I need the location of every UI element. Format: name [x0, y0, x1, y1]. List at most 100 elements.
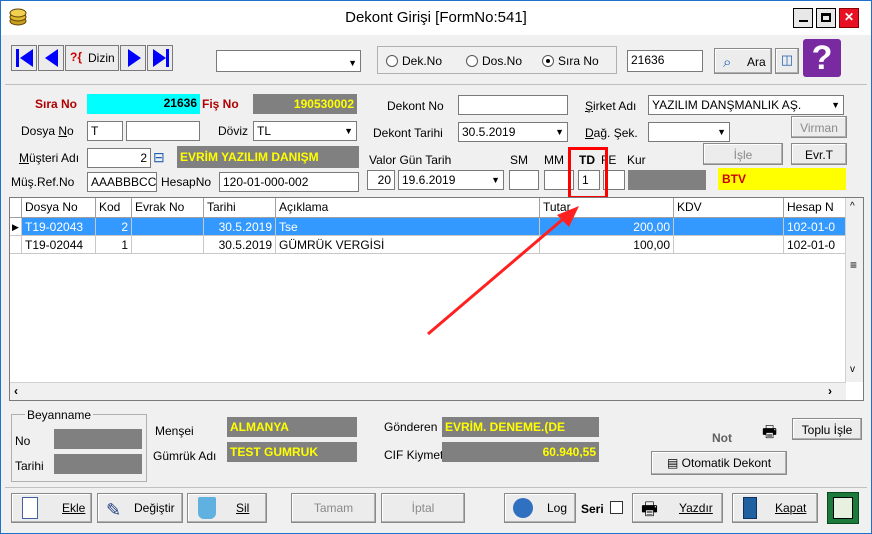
- table-lookup-icon: ⊟: [153, 149, 165, 165]
- table-cell[interactable]: [132, 236, 204, 254]
- isle-button[interactable]: İşle: [703, 143, 783, 165]
- chevron-down-icon: ▼: [831, 100, 840, 110]
- beyanname-no-label: No: [15, 434, 31, 448]
- musteri-code-field[interactable]: 2: [87, 148, 151, 168]
- table-cell[interactable]: T19-02043: [22, 218, 96, 236]
- valor-gun-field[interactable]: 20: [367, 170, 395, 190]
- kapat-button[interactable]: Kapat: [732, 493, 818, 523]
- refresh-button[interactable]: ◫: [775, 48, 799, 74]
- ara-button[interactable]: ⌕ Ara: [714, 48, 772, 74]
- beyanname-title: Beyanname: [25, 408, 94, 422]
- gonderen-label: Gönderen: [384, 420, 438, 434]
- minimize-button[interactable]: [793, 8, 813, 28]
- close-button[interactable]: ✕: [839, 8, 859, 28]
- dosya-no-label: Dosya No: [21, 124, 74, 138]
- radio-dekno-label[interactable]: Dek.No: [402, 54, 442, 68]
- sira-no-field[interactable]: 21636: [87, 94, 200, 114]
- td-highlight-box: [568, 147, 608, 199]
- seri-label: Seri: [581, 502, 604, 516]
- seri-checkbox[interactable]: [610, 501, 623, 514]
- maximize-icon: [821, 13, 831, 22]
- not-label: Not: [712, 431, 732, 445]
- chevron-down-icon: ▼: [491, 175, 500, 185]
- scroll-grip-icon: ≡: [850, 258, 858, 272]
- log-button[interactable]: Log: [504, 493, 576, 523]
- row-indicator-icon: ▶: [10, 218, 22, 236]
- horizontal-scrollbar[interactable]: ‹ ›: [10, 382, 846, 400]
- table-cell[interactable]: 102-01-0: [784, 236, 846, 254]
- table-cell[interactable]: 1: [96, 236, 132, 254]
- musteri-lookup-button[interactable]: ⊟: [153, 149, 175, 167]
- yazdir-button[interactable]: 🖶 Yazdır: [632, 493, 723, 523]
- dekont-tarihi-field[interactable]: 30.5.2019 ▼: [458, 122, 568, 142]
- title-bar: Dekont Girişi [FormNo:541] ✕: [1, 1, 871, 35]
- print-small-button[interactable]: 🖶: [762, 421, 786, 443]
- table-cell[interactable]: 30.5.2019: [204, 236, 276, 254]
- next-record-button[interactable]: [120, 45, 146, 71]
- iptal-button[interactable]: İptal: [381, 493, 465, 523]
- doviz-select[interactable]: TL ▼: [253, 121, 357, 141]
- radio-dosno[interactable]: [466, 55, 478, 67]
- tamam-button[interactable]: Tamam: [291, 493, 376, 523]
- musteri-name-field: EVRİM YAZILIM DANIŞM: [177, 146, 359, 168]
- radio-sirano[interactable]: [542, 55, 554, 67]
- radio-sirano-label[interactable]: Sıra No: [558, 54, 599, 68]
- hesap-no-field[interactable]: 120-01-000-002: [219, 172, 359, 192]
- vertical-scrollbar[interactable]: ^ ≡ v: [845, 198, 863, 382]
- doviz-label: Döviz: [218, 124, 249, 138]
- sirket-adi-select[interactable]: YAZILIM DANŞMANLIK AŞ. ▼: [648, 95, 844, 115]
- table-cell[interactable]: 30.5.2019: [204, 218, 276, 236]
- dosya-no-field-2[interactable]: [126, 121, 200, 141]
- col-tarihi[interactable]: Tarihi: [204, 198, 276, 218]
- col-evrak-no[interactable]: Evrak No: [132, 198, 204, 218]
- evrt-button[interactable]: Evr.T: [791, 143, 847, 165]
- col-kdv[interactable]: KDV: [674, 198, 784, 218]
- ekle-button[interactable]: Ekle: [11, 493, 92, 523]
- calculator-button[interactable]: [827, 492, 859, 524]
- dekont-tarihi-label: Dekont Tarihi: [373, 126, 443, 140]
- valor-tarih-field[interactable]: 19.6.2019 ▼: [398, 170, 504, 190]
- col-hesap-no[interactable]: Hesap N: [784, 198, 846, 218]
- sm-field[interactable]: [509, 170, 539, 190]
- beyanname-tarihi-field: [54, 454, 142, 474]
- table-cell[interactable]: [674, 218, 784, 236]
- virman-button[interactable]: Virman: [791, 116, 847, 138]
- dizin-button[interactable]: ?{ Dizin: [65, 45, 119, 71]
- window-title: Dekont Girişi [FormNo:541]: [345, 9, 527, 26]
- prev-record-button[interactable]: [38, 45, 64, 71]
- fis-no-field: 190530002: [253, 94, 357, 114]
- radio-dekno[interactable]: [386, 55, 398, 67]
- table-cell[interactable]: T19-02044: [22, 236, 96, 254]
- degistir-button[interactable]: ✎ Değiştir: [97, 493, 183, 523]
- musteri-adi-label: Müşteri Adı: [19, 151, 80, 165]
- dosya-no-field[interactable]: T: [87, 121, 123, 141]
- maximize-button[interactable]: [816, 8, 836, 28]
- dag-sek-select[interactable]: ▼: [648, 122, 730, 142]
- otomatik-dekont-label: Otomatik Dekont: [681, 456, 772, 470]
- ara-label: Ara: [747, 55, 766, 69]
- sira-no-label: Sıra No: [35, 97, 78, 111]
- toolbar-combo[interactable]: ▼: [216, 50, 361, 72]
- col-kod[interactable]: Kod: [96, 198, 132, 218]
- otomatik-dekont-button[interactable]: ▤ Otomatik Dekont: [651, 451, 787, 475]
- radio-dosno-label[interactable]: Dos.No: [482, 54, 522, 68]
- cif-label: CIF Kiymet: [384, 448, 444, 462]
- last-record-button[interactable]: [147, 45, 173, 71]
- table-cell[interactable]: [132, 218, 204, 236]
- table-cell[interactable]: [674, 236, 784, 254]
- sil-button[interactable]: Sil: [187, 493, 267, 523]
- hesap-no-label: HesapNo: [161, 175, 212, 189]
- table-cell[interactable]: 2: [96, 218, 132, 236]
- gumruk-adi-label: Gümrük Adı: [153, 449, 217, 463]
- col-dosya-no[interactable]: Dosya No: [22, 198, 96, 218]
- first-record-button[interactable]: [11, 45, 37, 71]
- mus-ref-field[interactable]: AAABBBCC: [87, 172, 157, 192]
- toplu-isle-button[interactable]: Toplu İşle: [792, 418, 862, 440]
- evrt-label: Evr.T: [804, 148, 833, 162]
- search-input[interactable]: 21636: [627, 50, 703, 72]
- virman-label: Virman: [800, 121, 838, 135]
- table-cell[interactable]: 102-01-0: [784, 218, 846, 236]
- next-arrow-icon: [128, 49, 141, 67]
- dekont-no-field[interactable]: [458, 95, 568, 115]
- help-button[interactable]: ?: [803, 39, 841, 77]
